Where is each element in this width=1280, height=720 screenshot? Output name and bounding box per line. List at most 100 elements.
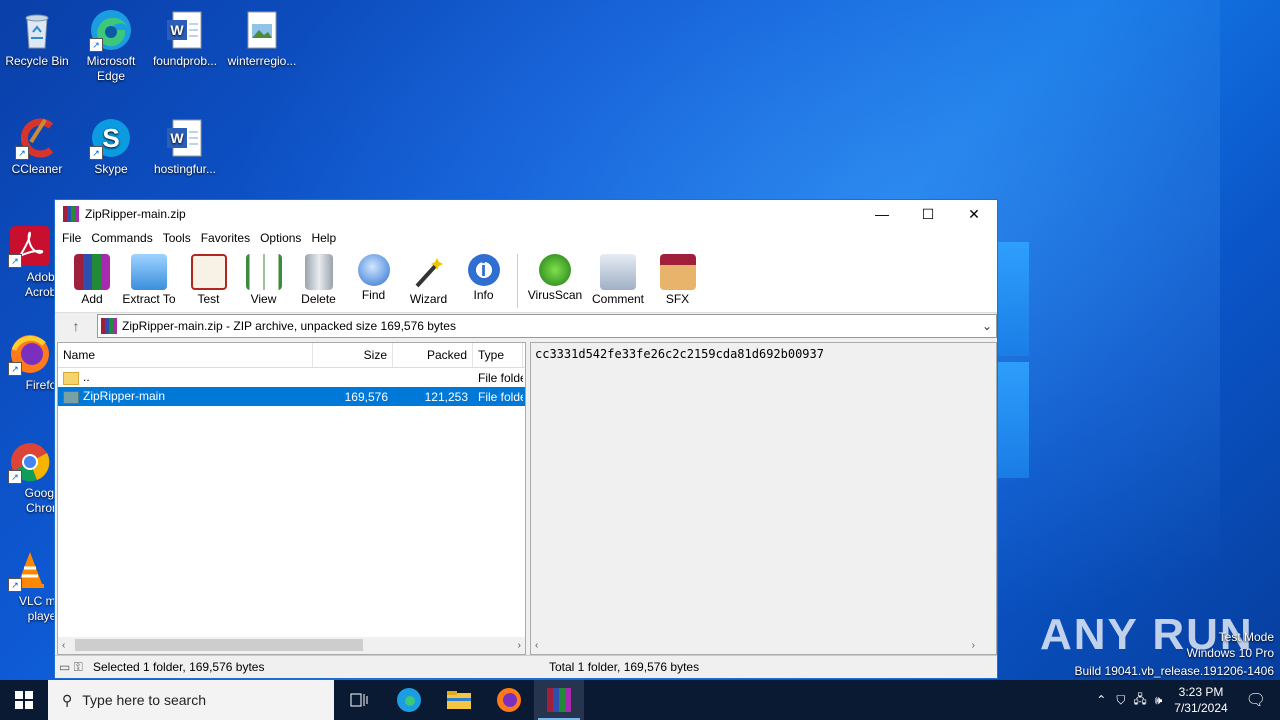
search-placeholder: Type here to search: [82, 692, 207, 708]
toolbar-label: Extract To: [122, 292, 176, 306]
sfx-button[interactable]: SFX: [650, 248, 705, 306]
desktop-icon-ccleaner[interactable]: ↗ CCleaner: [0, 112, 74, 177]
desktop-icon-recycle-bin[interactable]: Recycle Bin: [0, 4, 74, 69]
scroll-left-icon[interactable]: ‹: [62, 640, 65, 651]
comment-button[interactable]: Comment: [586, 248, 650, 306]
firefox-icon: [497, 688, 521, 712]
image-file-icon: [240, 8, 284, 52]
info-icon: i: [467, 254, 500, 286]
start-button[interactable]: [0, 680, 48, 720]
extract-to-button[interactable]: Extract To: [117, 248, 181, 306]
desktop-icon-winterregio[interactable]: winterregio...: [225, 4, 299, 69]
notification-icon[interactable]: 🗨: [1236, 690, 1280, 710]
menu-file[interactable]: File: [57, 231, 86, 245]
file-list[interactable]: Name Size Packed Type .. File folde ZipR…: [57, 342, 526, 655]
minimize-button[interactable]: —: [859, 200, 905, 228]
toolbar: Add Extract To Test View Delete Find Wiz…: [55, 248, 997, 313]
icon-label: Recycle Bin: [5, 54, 69, 68]
virusscan-button[interactable]: VirusScan: [524, 248, 586, 302]
clock[interactable]: 3:23 PM 7/31/2024: [1166, 684, 1235, 716]
shortcut-arrow-icon: ↗: [8, 254, 22, 268]
column-name[interactable]: Name: [58, 343, 313, 367]
table-row[interactable]: .. File folde: [58, 368, 525, 387]
toolbar-label: Find: [361, 288, 386, 302]
horizontal-scrollbar[interactable]: ‹ ›: [58, 637, 525, 654]
archive-comment: cc3331d542fe33fe26c2c2159cda81d692b00937: [535, 347, 824, 361]
desktop-icon-chrome[interactable]: ↗ Google Chrom: [0, 436, 60, 516]
tray-chevron-up-icon[interactable]: ⌃: [1090, 693, 1112, 707]
icon-label: Microsoft Edge: [86, 54, 136, 83]
maximize-button[interactable]: ☐: [905, 200, 951, 228]
toolbar-label: Info: [473, 288, 494, 302]
task-view-button[interactable]: [334, 680, 384, 720]
delete-button[interactable]: Delete: [291, 248, 346, 306]
menu-options[interactable]: Options: [255, 231, 306, 245]
info-button[interactable]: i Info: [456, 248, 511, 302]
toolbar-label: Wizard: [409, 292, 448, 306]
tray-security-icon[interactable]: ⛉: [1112, 693, 1129, 708]
menu-favorites[interactable]: Favorites: [196, 231, 255, 245]
taskbar-search[interactable]: ⚲ Type here to search: [48, 680, 334, 720]
vertical-scrollbar[interactable]: [979, 343, 996, 654]
desktop-icon-foundprob[interactable]: W foundprob...: [148, 4, 222, 69]
address-bar: ↑ ZipRipper-main.zip - ZIP archive, unpa…: [55, 313, 997, 339]
test-mode-text: Test Mode: [1218, 630, 1274, 644]
view-button[interactable]: View: [236, 248, 291, 306]
horizontal-scrollbar[interactable]: ‹ ›: [531, 637, 979, 654]
scroll-right-icon[interactable]: ›: [518, 640, 521, 651]
svg-text:W: W: [170, 22, 184, 38]
status-selected: Selected 1 folder, 169,576 bytes: [93, 660, 265, 674]
close-button[interactable]: ✕: [951, 200, 997, 228]
extract-folder-icon: [131, 254, 167, 290]
comment-icon: [600, 254, 636, 290]
chevron-down-icon[interactable]: ⌄: [978, 319, 996, 333]
menu-commands[interactable]: Commands: [86, 231, 157, 245]
menu-tools[interactable]: Tools: [158, 231, 196, 245]
row-name: ZipRipper-main: [83, 389, 166, 404]
desktop-icon-skype[interactable]: S ↗ Skype: [74, 112, 148, 177]
up-arrow-icon[interactable]: ↑: [55, 318, 97, 334]
column-size[interactable]: Size: [313, 343, 393, 367]
menu-help[interactable]: Help: [306, 231, 341, 245]
skype-icon: S ↗: [89, 116, 133, 160]
column-header: Name Size Packed Type: [58, 343, 525, 368]
title-bar[interactable]: ZipRipper-main.zip — ☐ ✕: [55, 200, 997, 228]
add-button[interactable]: Add: [67, 248, 117, 306]
shortcut-arrow-icon: ↗: [89, 146, 103, 160]
taskbar-file-explorer[interactable]: [434, 680, 484, 720]
taskbar-winrar[interactable]: [534, 680, 584, 720]
taskbar-firefox[interactable]: [484, 680, 534, 720]
firefox-icon: ↗: [8, 332, 52, 376]
panes: Name Size Packed Type .. File folde ZipR…: [55, 342, 997, 655]
winrar-window[interactable]: ZipRipper-main.zip — ☐ ✕ File Commands T…: [54, 199, 998, 679]
desktop-icon-acrobat[interactable]: ↗ Adobe Acroba: [0, 220, 60, 300]
menu-bar: File Commands Tools Favorites Options He…: [55, 228, 997, 248]
desktop-icon-hostingfur[interactable]: W hostingfur...: [148, 112, 222, 177]
taskbar-edge[interactable]: [384, 680, 434, 720]
address-field[interactable]: ZipRipper-main.zip - ZIP archive, unpack…: [97, 314, 997, 338]
desktop-icon-firefox[interactable]: ↗ Firefox: [0, 328, 60, 393]
edge-icon: ↗: [89, 8, 133, 52]
row-type: File folde: [478, 370, 523, 385]
icon-label: VLC med player: [18, 594, 60, 623]
desktop-icon-edge[interactable]: ↗ Microsoft Edge: [74, 4, 148, 84]
wand-icon: [411, 254, 447, 290]
column-type[interactable]: Type: [473, 343, 523, 367]
icon-label: Adobe Acroba: [24, 270, 60, 299]
scroll-right-icon[interactable]: ›: [972, 640, 975, 651]
view-book-icon: [245, 254, 282, 290]
svg-text:S: S: [102, 123, 119, 153]
clock-date: 7/31/2024: [1174, 701, 1228, 715]
column-packed[interactable]: Packed: [393, 343, 473, 367]
wizard-button[interactable]: Wizard: [401, 248, 456, 306]
scroll-left-icon[interactable]: ‹: [535, 640, 538, 651]
tray-volume-icon[interactable]: 🕪: [1151, 693, 1167, 708]
shortcut-arrow-icon: ↗: [8, 578, 22, 592]
tray-network-icon[interactable]: 🖧: [1129, 690, 1150, 711]
table-row[interactable]: ZipRipper-main 169,576 121,253 File fold…: [58, 387, 525, 406]
test-button[interactable]: Test: [181, 248, 236, 306]
comment-pane[interactable]: cc3331d542fe33fe26c2c2159cda81d692b00937…: [530, 342, 997, 655]
find-button[interactable]: Find: [346, 248, 401, 302]
scroll-thumb[interactable]: [75, 639, 363, 651]
desktop-icon-vlc[interactable]: ↗ VLC med player: [0, 544, 60, 624]
